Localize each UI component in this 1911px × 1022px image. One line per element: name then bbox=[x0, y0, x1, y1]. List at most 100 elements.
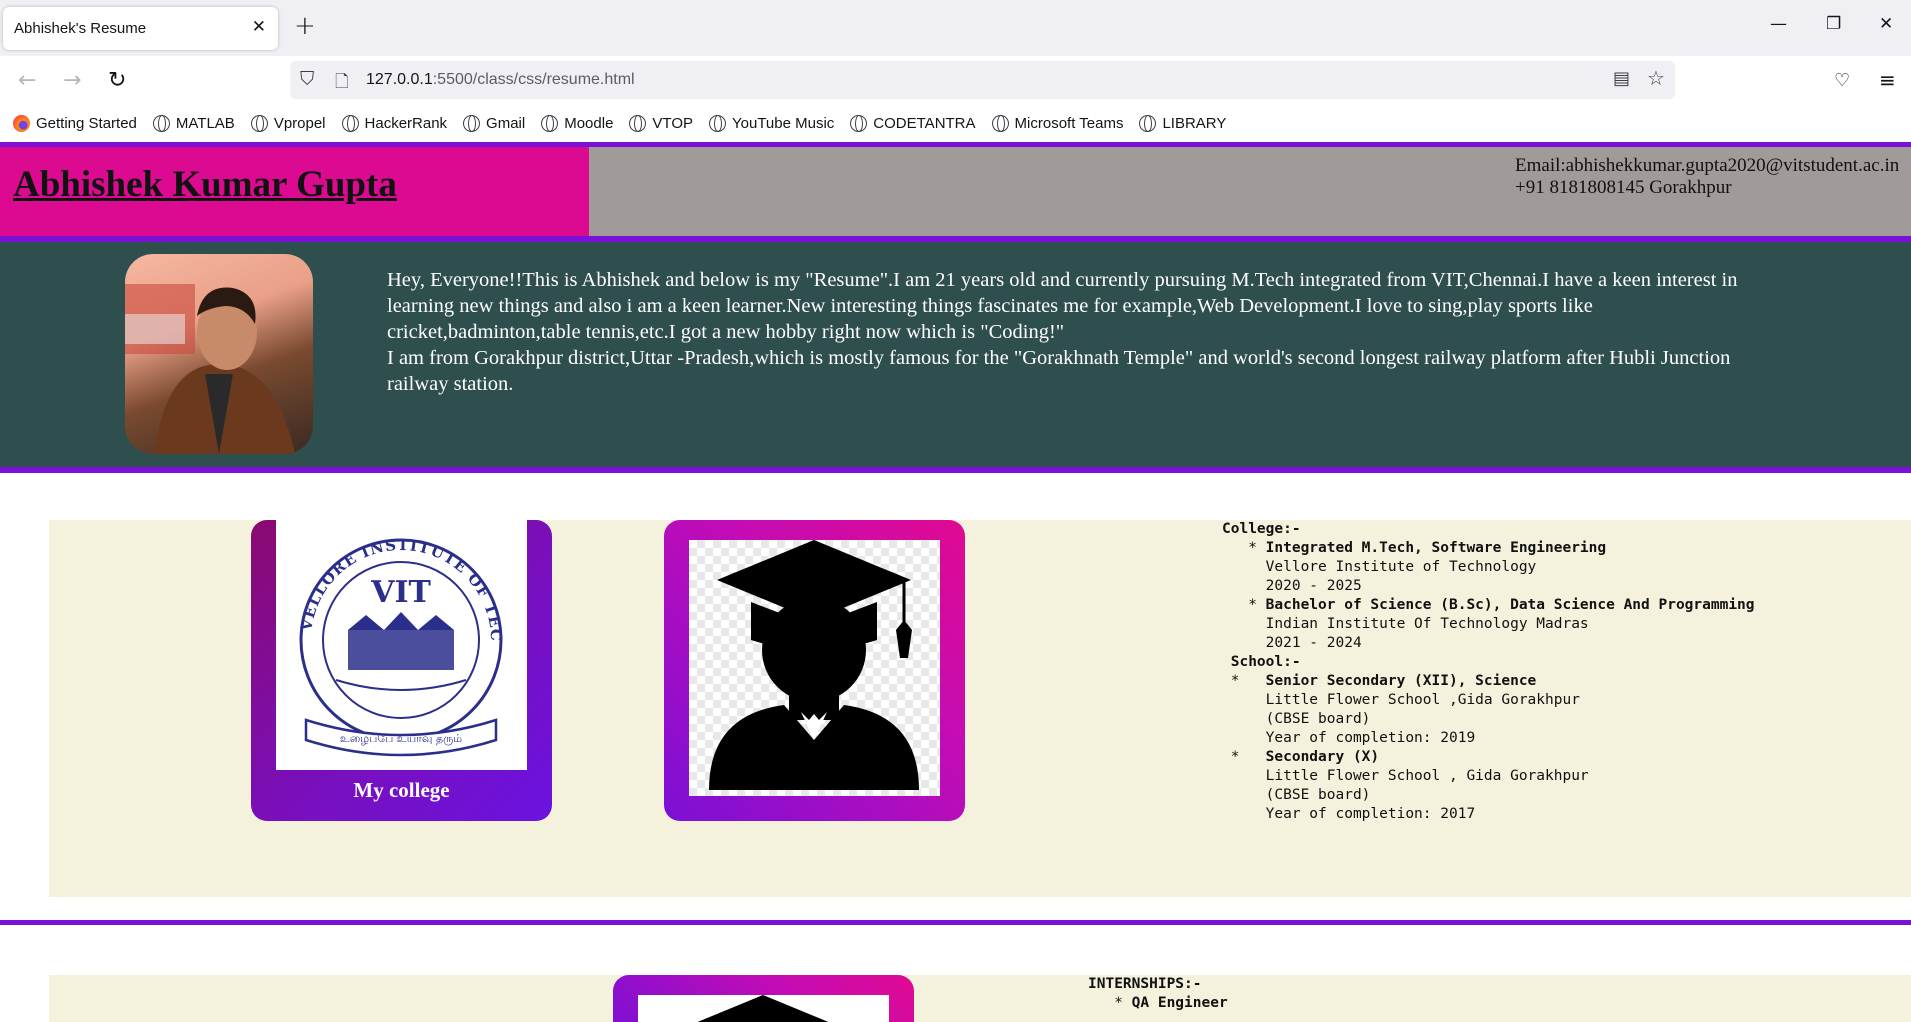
new-tab-icon[interactable]: + bbox=[294, 11, 316, 41]
globe-icon bbox=[850, 114, 868, 132]
college-card: VELLORE INSTITUTE OF TECHNOLOGY VIT உழைப… bbox=[251, 506, 552, 821]
menu-icon[interactable]: ≡ bbox=[1879, 68, 1896, 92]
profile-photo bbox=[125, 254, 313, 454]
school-entry-institution: Little Flower School ,Gida Gorakhpur bbox=[1265, 692, 1580, 708]
email-text: Email:abhishekkumar.gupta2020@vitstudent… bbox=[1515, 155, 1900, 176]
internship-details: INTERNSHIPS:- * QA Engineer bbox=[1088, 976, 1228, 1011]
minimize-icon[interactable]: — bbox=[1770, 14, 1787, 34]
bookmark-microsoft-teams[interactable]: Microsoft Teams bbox=[991, 114, 1124, 132]
bookmark-label: HackerRank bbox=[364, 114, 448, 132]
internship-card bbox=[613, 975, 914, 1022]
bookmark-label: LIBRARY bbox=[1162, 114, 1227, 132]
school-entry-year: Year of completion: 2017 bbox=[1265, 806, 1476, 822]
bookmarks-toolbar: Getting Started MATLAB Vpropel HackerRan… bbox=[0, 104, 1911, 142]
education-details: College:- * Integrated M.Tech, Software … bbox=[1222, 521, 1755, 822]
url-host: 127.0.0.1 bbox=[366, 71, 433, 88]
bookmark-label: CODETANTRA bbox=[873, 114, 976, 132]
bookmark-star-icon[interactable]: ☆ bbox=[1647, 66, 1665, 90]
bookmark-library[interactable]: LIBRARY bbox=[1139, 114, 1227, 132]
bookmark-matlab[interactable]: MATLAB bbox=[152, 114, 235, 132]
intro-text: Hey, Everyone!!This is Abhishek and belo… bbox=[387, 267, 1757, 397]
college-logo: VELLORE INSTITUTE OF TECHNOLOGY VIT உழைப… bbox=[268, 506, 527, 770]
school-entry-title: Secondary (X) bbox=[1265, 749, 1380, 765]
browser-tab[interactable]: Abhishek's Resume ✕ bbox=[3, 7, 278, 50]
internship-image bbox=[638, 995, 889, 1022]
college-entry-years: 2021 - 2024 bbox=[1265, 635, 1362, 651]
close-window-icon[interactable]: ✕ bbox=[1879, 14, 1893, 34]
school-entry-board: (CBSE board) bbox=[1265, 711, 1371, 727]
internships-section: INTERNSHIPS:- * QA Engineer bbox=[49, 975, 1911, 1022]
globe-icon bbox=[1139, 114, 1157, 132]
contact-banner: Email:abhishekkumar.gupta2020@vitstudent… bbox=[589, 147, 1911, 236]
school-entry-title: Senior Secondary (XII), Science bbox=[1265, 673, 1537, 689]
shield-icon[interactable]: ⛉ bbox=[300, 68, 314, 90]
page-title: Abhishek Kumar Gupta bbox=[13, 164, 397, 205]
globe-icon bbox=[152, 114, 170, 132]
bookmark-codetantra[interactable]: CODETANTRA bbox=[850, 114, 976, 132]
bookmark-vpropel[interactable]: Vpropel bbox=[250, 114, 326, 132]
college-entry-title: Integrated M.Tech, Software Engineering bbox=[1265, 540, 1607, 556]
phone-text: +91 8181808145 Gorakhpur bbox=[1515, 177, 1732, 198]
pocket-icon[interactable]: ♡ bbox=[1834, 70, 1850, 91]
restore-icon[interactable]: ❐ bbox=[1826, 14, 1841, 34]
globe-icon bbox=[541, 114, 559, 132]
school-entry-institution: Little Flower School , Gida Gorakhpur bbox=[1265, 768, 1589, 784]
graduate-icon bbox=[697, 995, 829, 1022]
url-path: :5500/class/css/resume.html bbox=[432, 71, 635, 88]
graduate-image bbox=[689, 540, 940, 796]
college-caption: My college bbox=[353, 778, 450, 802]
college-entry-institution: Vellore Institute of Technology bbox=[1265, 559, 1537, 575]
globe-icon bbox=[709, 114, 726, 132]
bookmark-getting-started[interactable]: Getting Started bbox=[13, 114, 137, 132]
college-entry-years: 2020 - 2025 bbox=[1265, 578, 1362, 594]
bookmark-label: Microsoft Teams bbox=[1014, 114, 1124, 132]
logo-motto: உழைப்பே உயர்வு தரும் bbox=[340, 732, 462, 745]
bookmark-label: MATLAB bbox=[175, 114, 235, 132]
vit-logo-icon: VELLORE INSTITUTE OF TECHNOLOGY VIT உழைப… bbox=[268, 506, 504, 757]
graduate-icon bbox=[709, 540, 919, 790]
bookmark-youtube-music[interactable]: YouTube Music bbox=[709, 114, 834, 132]
education-section: VELLORE INSTITUTE OF TECHNOLOGY VIT உழைப… bbox=[49, 506, 1911, 897]
college-heading: College:- bbox=[1222, 521, 1301, 537]
name-banner: Abhishek Kumar Gupta bbox=[0, 147, 589, 236]
intro-section: Hey, Everyone!!This is Abhishek and belo… bbox=[0, 242, 1911, 467]
profile-photo-image bbox=[125, 284, 295, 454]
url-bar[interactable]: ⛉ 🗋 127.0.0.1:5500/class/css/resume.html… bbox=[290, 61, 1675, 99]
page-icon[interactable]: 🗋 bbox=[335, 69, 349, 98]
college-entry-title: Bachelor of Science (B.Sc), Data Science… bbox=[1265, 597, 1755, 613]
bookmark-label: Getting Started bbox=[36, 114, 137, 132]
bookmark-label: Moodle bbox=[564, 114, 614, 132]
logo-text: VIT bbox=[370, 575, 431, 610]
globe-icon bbox=[463, 114, 481, 132]
graduate-card bbox=[664, 520, 965, 821]
url-text[interactable]: 127.0.0.1:5500/class/css/resume.html bbox=[366, 71, 635, 89]
globe-icon bbox=[341, 114, 359, 132]
globe-icon bbox=[629, 114, 647, 132]
internship-title: QA Engineer bbox=[1131, 995, 1228, 1011]
reload-icon[interactable]: ↻ bbox=[108, 68, 126, 93]
divider bbox=[0, 920, 1911, 925]
bookmark-moodle[interactable]: Moodle bbox=[541, 114, 614, 132]
bookmark-label: Vpropel bbox=[273, 114, 326, 132]
reader-view-icon[interactable]: ▤ bbox=[1613, 68, 1630, 89]
intro-paragraph: I am from Gorakhpur district,Uttar -Prad… bbox=[387, 347, 1731, 395]
intro-paragraph: Hey, Everyone!!This is Abhishek and belo… bbox=[387, 269, 1738, 343]
page-content: Abhishek Kumar Gupta Email:abhishekkumar… bbox=[0, 142, 1911, 1022]
divider bbox=[0, 467, 1911, 473]
internships-heading: INTERNSHIPS:- bbox=[1088, 976, 1202, 992]
bookmark-label: Gmail bbox=[486, 114, 526, 132]
browser-nav-bar: ← → ↻ ⛉ 🗋 127.0.0.1:5500/class/css/resum… bbox=[0, 56, 1911, 104]
close-tab-icon[interactable]: ✕ bbox=[252, 17, 266, 37]
school-entry-board: (CBSE board) bbox=[1265, 787, 1371, 803]
bookmark-vtop[interactable]: VTOP bbox=[629, 114, 693, 132]
browser-tab-bar: Abhishek's Resume ✕ + — ❐ ✕ bbox=[0, 0, 1911, 56]
globe-icon bbox=[250, 114, 268, 132]
college-entry-institution: Indian Institute Of Technology Madras bbox=[1265, 616, 1589, 632]
bookmark-hackerrank[interactable]: HackerRank bbox=[341, 114, 448, 132]
globe-icon bbox=[991, 114, 1009, 132]
forward-icon[interactable]: → bbox=[63, 68, 81, 93]
tab-title: Abhishek's Resume bbox=[14, 20, 147, 37]
bookmark-gmail[interactable]: Gmail bbox=[463, 114, 526, 132]
school-entry-year: Year of completion: 2019 bbox=[1265, 730, 1476, 746]
back-icon[interactable]: ← bbox=[18, 68, 36, 93]
